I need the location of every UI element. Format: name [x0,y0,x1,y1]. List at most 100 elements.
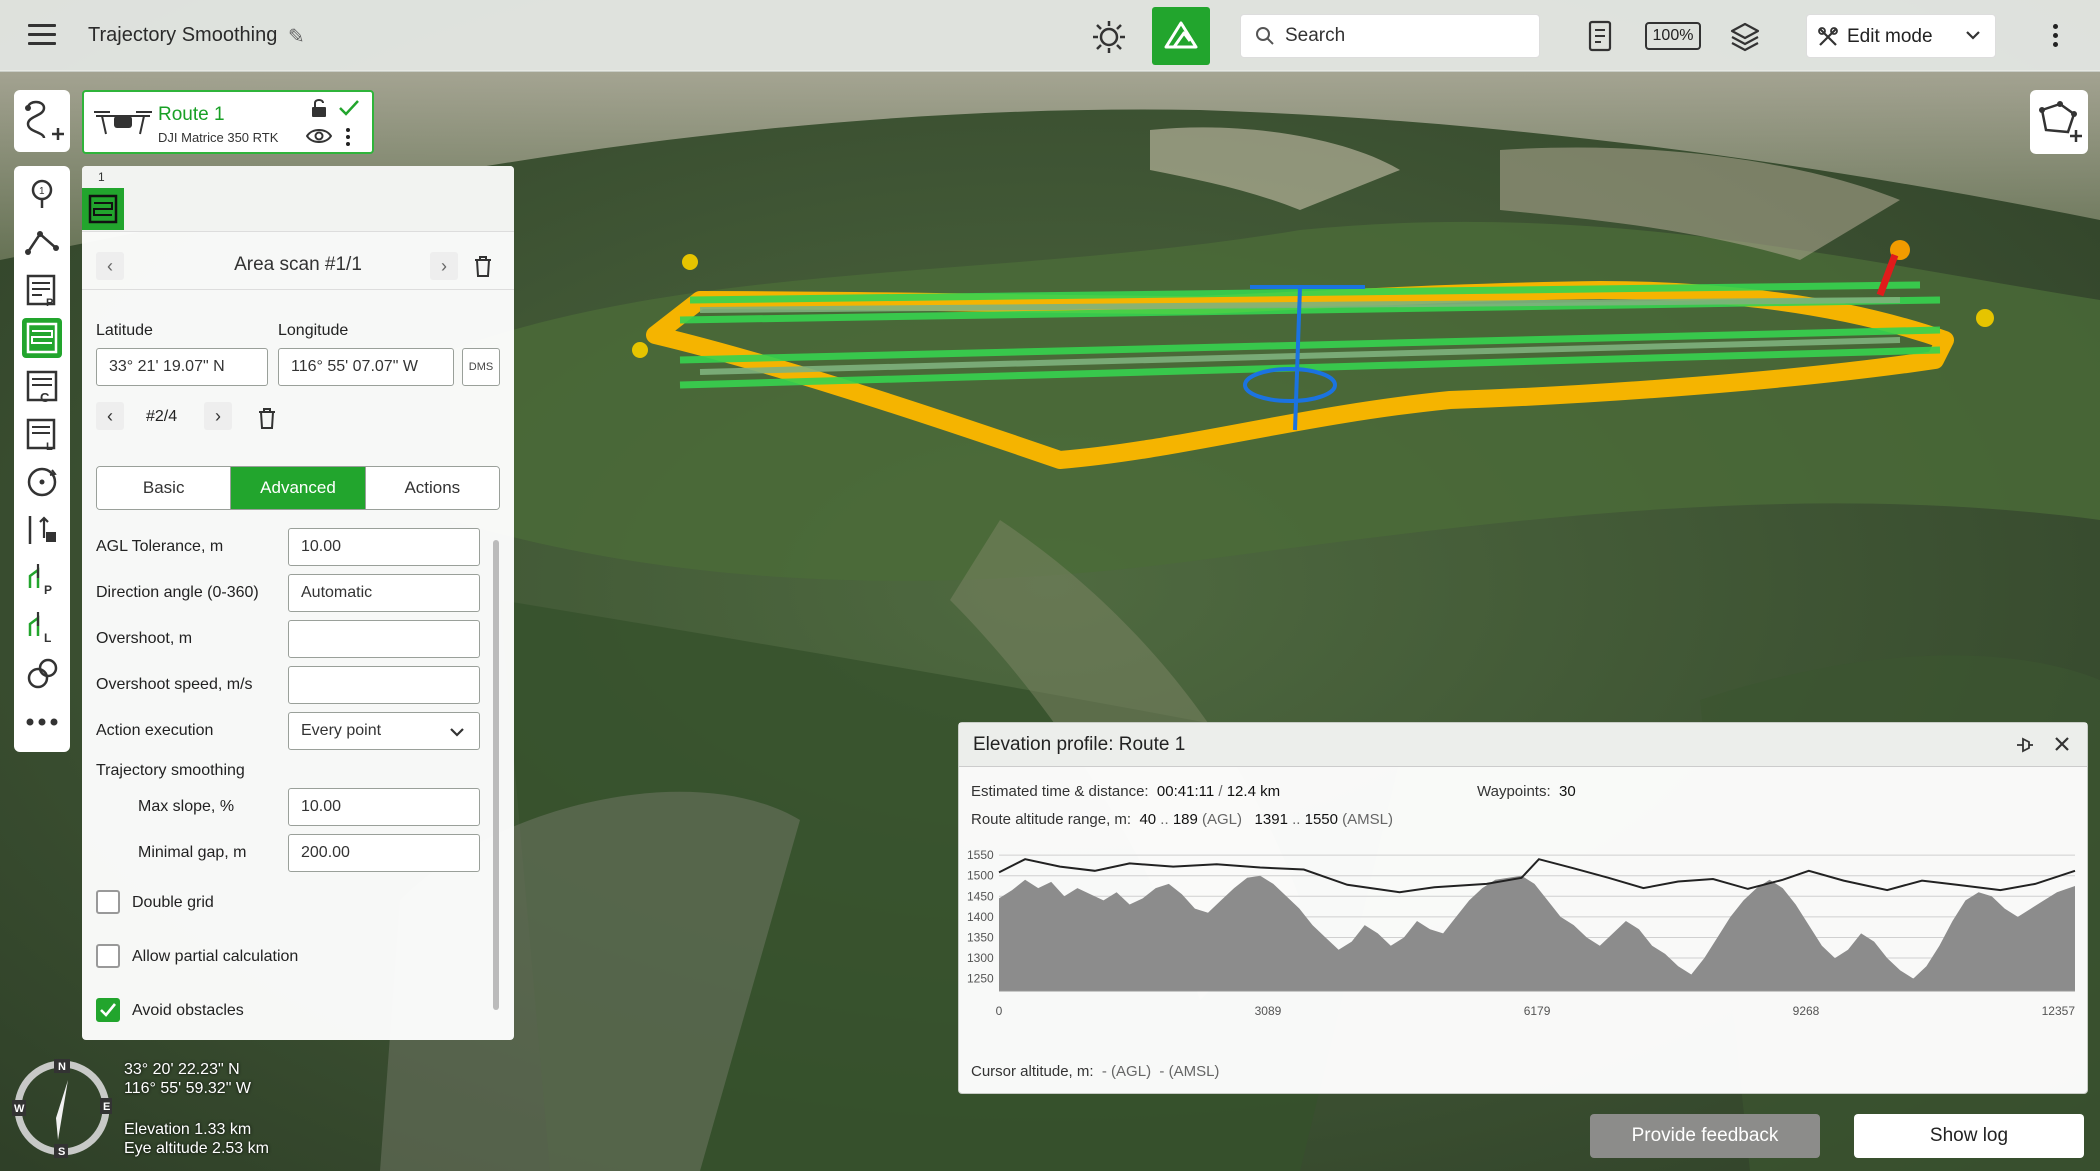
max-slope-field[interactable]: 10.00 [288,788,480,826]
amsl-tag: (AMSL) [1342,811,1393,828]
est-label: Estimated time & distance: [971,783,1149,800]
add-area-button[interactable] [2030,90,2088,154]
svg-text:C: C [40,390,50,405]
y-tick-label: 1250 [967,972,994,986]
avoid-obstacles-checkbox[interactable] [96,998,120,1022]
area-add-icon [2039,101,2082,142]
drone-model: DJI Matrice 350 RTK [158,130,279,145]
compass-east: E [103,1101,110,1113]
facade-photo-tool-icon[interactable]: P [22,558,62,598]
direction-angle-label: Direction angle (0-360) [96,584,259,601]
compass-south: S [58,1146,65,1158]
area-scan-tool-icon[interactable] [22,318,62,358]
zoom-level-badge[interactable]: 100% [1645,22,1701,50]
cursor-latitude: 33° 20' 22.23" N [124,1061,240,1078]
longitude-label: Longitude [278,322,349,339]
panel-scrollbar[interactable] [492,530,500,1020]
segment-strip: 1 [82,166,514,232]
facade-lidar-tool-icon[interactable]: L [22,606,62,646]
unlock-icon[interactable] [310,98,328,118]
orbit-tool-icon[interactable] [22,654,62,694]
top-bar: Trajectory Smoothing ✎ 100% Edit mode [0,0,2100,72]
more-vertical-icon[interactable] [2050,24,2060,48]
add-route-button[interactable] [14,90,70,152]
hamburger-menu-icon[interactable] [28,24,56,46]
elevation-profile-panel: Elevation profile: Route 1 Estimated tim… [958,722,2088,1094]
direction-angle-field[interactable]: Automatic [288,574,480,612]
more-tools-icon[interactable] [22,702,62,742]
waypoints-label: Waypoints: [1477,783,1551,800]
overshoot-field[interactable] [288,620,480,658]
provide-feedback-button[interactable]: Provide feedback [1590,1114,1820,1158]
show-log-button[interactable]: Show log [1854,1114,2084,1158]
tab-basic[interactable]: Basic [97,467,232,509]
cursor-altitude: Cursor altitude, m: - (AGL) - (AMSL) [971,1063,1219,1080]
route-name: Route 1 [158,104,225,125]
action-execution-value: Every point [301,722,382,739]
cursor-amsl: - (AMSL) [1159,1063,1220,1080]
terrain-toggle-button[interactable] [1152,7,1210,65]
pin-icon[interactable] [2015,735,2035,755]
amsl-dots: .. [1292,811,1301,828]
layers-icon[interactable] [1730,20,1760,52]
circle-tool-icon[interactable] [22,462,62,502]
camera-scan-tool-icon[interactable]: C [22,366,62,406]
route-card[interactable]: Route 1 DJI Matrice 350 RTK [82,90,374,154]
tab-advanced[interactable]: Advanced [231,467,366,509]
tab-actions[interactable]: Actions [365,467,499,509]
next-point-button[interactable]: › [204,402,232,430]
elevation-chart[interactable]: 1550 1500 1450 1400 1350 1300 1250 0 3089 6179 926… [959,843,2089,1049]
dms-toggle-button[interactable]: DMS [462,348,500,386]
lidar-scan-tool-icon[interactable]: L [22,414,62,454]
action-execution-select[interactable]: Every point [288,712,480,750]
overshoot-speed-field[interactable] [288,666,480,704]
prev-point-button[interactable]: ‹ [96,402,124,430]
x-tick-label: 9268 [1793,1004,1820,1018]
delete-point-icon[interactable] [256,406,278,430]
action-execution-label: Action execution [96,722,214,739]
svg-text:L: L [44,631,51,645]
x-tick-label: 12357 [2042,1004,2076,1018]
minimal-gap-field[interactable]: 200.00 [288,834,480,872]
edit-mode-label: Edit mode [1847,26,1933,47]
longitude-field[interactable]: 116° 55' 07.07" W [278,348,454,386]
check-icon [100,1003,117,1017]
sun-icon[interactable] [1092,20,1126,54]
drone-icon [94,111,152,135]
polyline-tool-icon[interactable] [22,222,62,262]
area-scan-segment-icon[interactable] [82,188,124,230]
double-grid-checkbox[interactable] [96,890,120,914]
next-scan-button[interactable]: › [430,252,458,280]
y-tick-label: 1500 [967,869,994,883]
edit-mode-dropdown[interactable]: Edit mode [1806,14,1996,58]
vertical-scan-tool-icon[interactable] [22,510,62,550]
est-slash: / [1218,783,1223,800]
latitude-field[interactable]: 33° 21' 19.07" N [96,348,268,386]
agl-tolerance-field[interactable]: 10.00 [288,528,480,566]
max-slope-label: Max slope, % [138,798,235,815]
photo-scan-tool-icon[interactable]: P [22,270,62,310]
chevron-down-icon [450,728,464,737]
view-altitudes: Elevation 1.33 km Eye altitude 2.53 km [124,1120,269,1158]
chevron-down-icon [1966,31,1980,40]
partial-calc-checkbox[interactable] [96,944,120,968]
pencil-icon[interactable]: ✎ [288,24,305,49]
cursor-altitude-label: Cursor altitude, m: [971,1063,1094,1080]
eye-icon[interactable] [306,126,332,146]
close-icon[interactable] [2053,735,2071,753]
est-distance: 12.4 km [1226,783,1281,800]
agl-dots: .. [1160,811,1169,828]
waypoint-tool-icon[interactable]: 1 [22,174,62,214]
search-box[interactable] [1240,14,1540,58]
svg-text:1: 1 [39,186,45,197]
trash-icon[interactable] [472,254,494,278]
document-icon[interactable] [1588,20,1612,52]
compass-icon[interactable]: N E S W [12,1058,112,1158]
route-more-icon[interactable] [346,128,352,148]
x-tick-label: 6179 [1524,1004,1551,1018]
partial-calc-label: Allow partial calculation [132,948,299,965]
x-tick-label: 3089 [1255,1004,1282,1018]
search-input[interactable] [1285,15,1525,57]
amsl-max: 1550 [1304,811,1338,828]
cursor-agl: - (AGL) [1101,1063,1152,1080]
